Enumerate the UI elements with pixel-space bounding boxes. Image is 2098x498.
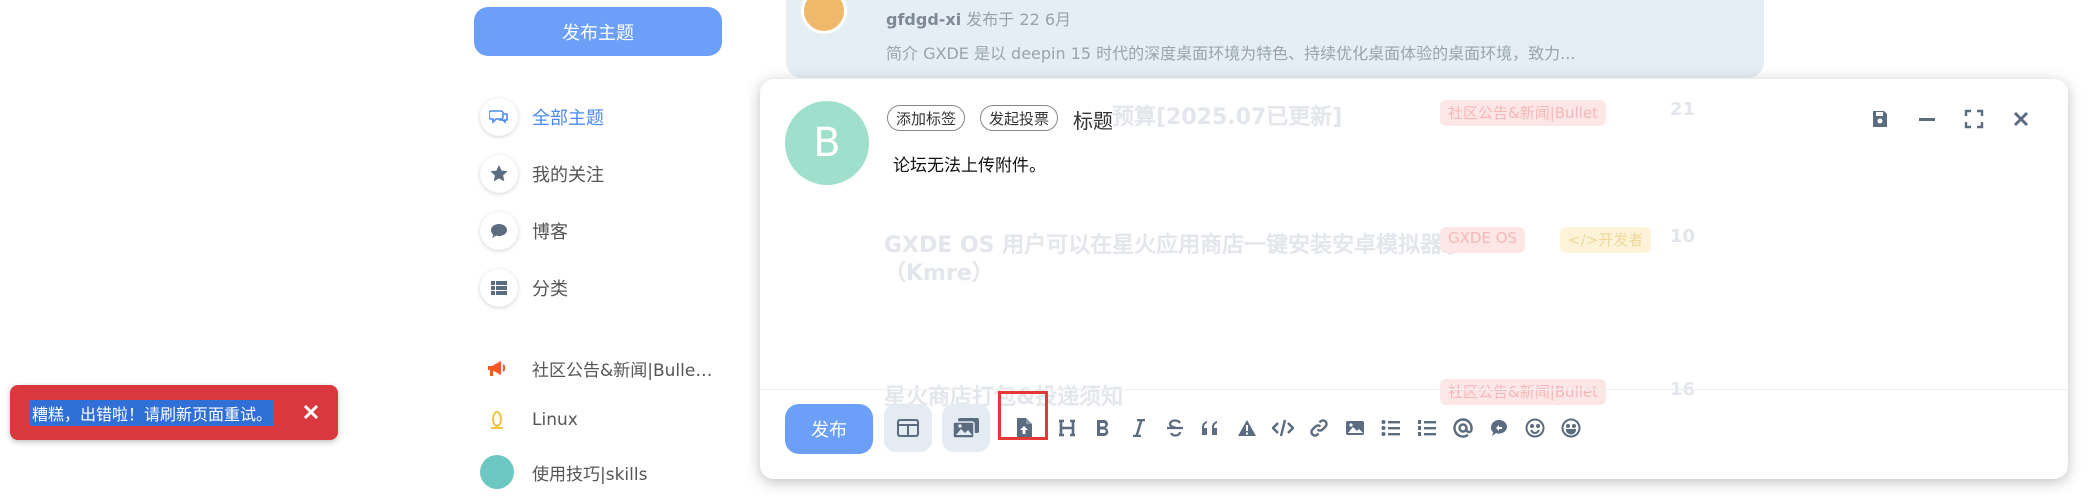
- sidebar-nav: 全部主题 我的关注 博客 分类: [480, 88, 740, 316]
- sidebar-item-label: 博客: [532, 221, 568, 243]
- composer: …预算[2025.07已更新] 社区公告&新闻|Bullet 21 GXDE O…: [760, 79, 2068, 479]
- list-icon: [480, 268, 518, 307]
- ghost-topic-tag: 社区公告&新闻|Bullet: [1440, 379, 1606, 405]
- ghost-topic-tag: 社区公告&新闻|Bullet: [1440, 100, 1606, 126]
- avatar: [801, 0, 847, 34]
- fullscreen-icon[interactable]: [1961, 106, 1987, 132]
- sidebar-item-label: 分类: [532, 278, 568, 300]
- link-icon[interactable]: [1304, 413, 1334, 443]
- sticker-icon[interactable]: [1556, 413, 1586, 443]
- spoiler-warning-icon[interactable]: [1232, 413, 1262, 443]
- category-list: 社区公告&新闻|Bulle… Linux 使用技巧|skills: [480, 342, 740, 498]
- category-item-skills[interactable]: 使用技巧|skills: [480, 446, 740, 498]
- heading-icon[interactable]: [1052, 413, 1082, 443]
- sidebar-item-all-topics[interactable]: 全部主题: [480, 88, 740, 145]
- new-topic-button[interactable]: 发布主题: [474, 7, 722, 56]
- upload-highlight-box: [998, 391, 1048, 440]
- ghost-topic-title-cont: （Kmre）: [884, 261, 994, 286]
- sidebar-item-label: 我的关注: [532, 164, 604, 186]
- comment-icon: [480, 211, 518, 250]
- title-input[interactable]: 标题: [1073, 105, 1113, 134]
- topic-excerpt: 简介 GXDE 是以 deepin 15 时代的深度桌面环境为特色、持续优化桌面…: [886, 44, 1576, 63]
- error-toast-message: 糟糕，出错啦！请刷新页面重试。: [30, 399, 275, 426]
- image-icon[interactable]: [1340, 413, 1370, 443]
- strikethrough-icon[interactable]: [1160, 413, 1190, 443]
- image-gallery-button[interactable]: [942, 404, 990, 452]
- topic-author: gfdgd-xi: [886, 10, 962, 29]
- bold-icon[interactable]: [1088, 413, 1118, 443]
- topic-meta: gfdgd-xi 发布于 22 6月: [886, 6, 1071, 30]
- category-label: 社区公告&新闻|Bulle…: [532, 360, 713, 381]
- category-item-bulletin[interactable]: 社区公告&新闻|Bulle…: [480, 342, 740, 394]
- topic-card-gxde[interactable]: gfdgd-xi 发布于 22 6月 简介 GXDE 是以 deepin 15 …: [786, 0, 1764, 78]
- linux-icon: [480, 403, 514, 437]
- quote-icon[interactable]: [1196, 413, 1226, 443]
- publish-button[interactable]: 发布: [785, 404, 873, 454]
- save-draft-icon[interactable]: [1867, 106, 1893, 132]
- megaphone-icon: [480, 351, 514, 385]
- composer-body[interactable]: 论坛无法上传附件。: [893, 151, 1046, 176]
- ghost-topic-tag: GXDE OS: [1440, 227, 1526, 253]
- category-label: Linux: [532, 410, 578, 430]
- sidebar-item-blog[interactable]: 博客: [480, 202, 740, 259]
- mention-icon[interactable]: [1448, 413, 1478, 443]
- star-icon: [480, 154, 518, 193]
- emoji-icon[interactable]: [1520, 413, 1550, 443]
- error-toast: 糟糕，出错啦！请刷新页面重试。: [10, 385, 338, 440]
- toolbar-divider: [760, 389, 2068, 390]
- italic-icon[interactable]: [1124, 413, 1154, 443]
- reply-bubble-icon[interactable]: [1484, 413, 1514, 443]
- close-icon[interactable]: [2008, 106, 2034, 132]
- ghost-topic-tag: </>开发者: [1560, 227, 1652, 253]
- skills-icon: [480, 455, 514, 489]
- preview-toggle-button[interactable]: [884, 404, 932, 452]
- topic-date: 发布于 22 6月: [961, 10, 1072, 29]
- sidebar-item-following[interactable]: 我的关注: [480, 145, 740, 202]
- bullet-list-icon[interactable]: [1376, 413, 1406, 443]
- close-icon[interactable]: [298, 399, 324, 425]
- sidebar-item-label: 全部主题: [532, 107, 604, 129]
- avatar: B: [785, 101, 869, 185]
- code-icon[interactable]: [1268, 413, 1298, 443]
- ghost-topic-count: 21: [1670, 99, 1696, 120]
- sidebar-item-categories[interactable]: 分类: [480, 259, 740, 316]
- ghost-topic-title: …预算[2025.07已更新]: [1090, 105, 1343, 130]
- add-tags-button[interactable]: 添加标签: [887, 105, 966, 131]
- minimize-icon[interactable]: [1914, 106, 1940, 132]
- ghost-topic-count: 10: [1670, 226, 1696, 247]
- comments-icon: [480, 97, 518, 136]
- category-item-linux[interactable]: Linux: [480, 394, 740, 446]
- start-poll-button[interactable]: 发起投票: [980, 105, 1059, 131]
- numbered-list-icon[interactable]: [1412, 413, 1442, 443]
- category-label: 使用技巧|skills: [532, 464, 648, 485]
